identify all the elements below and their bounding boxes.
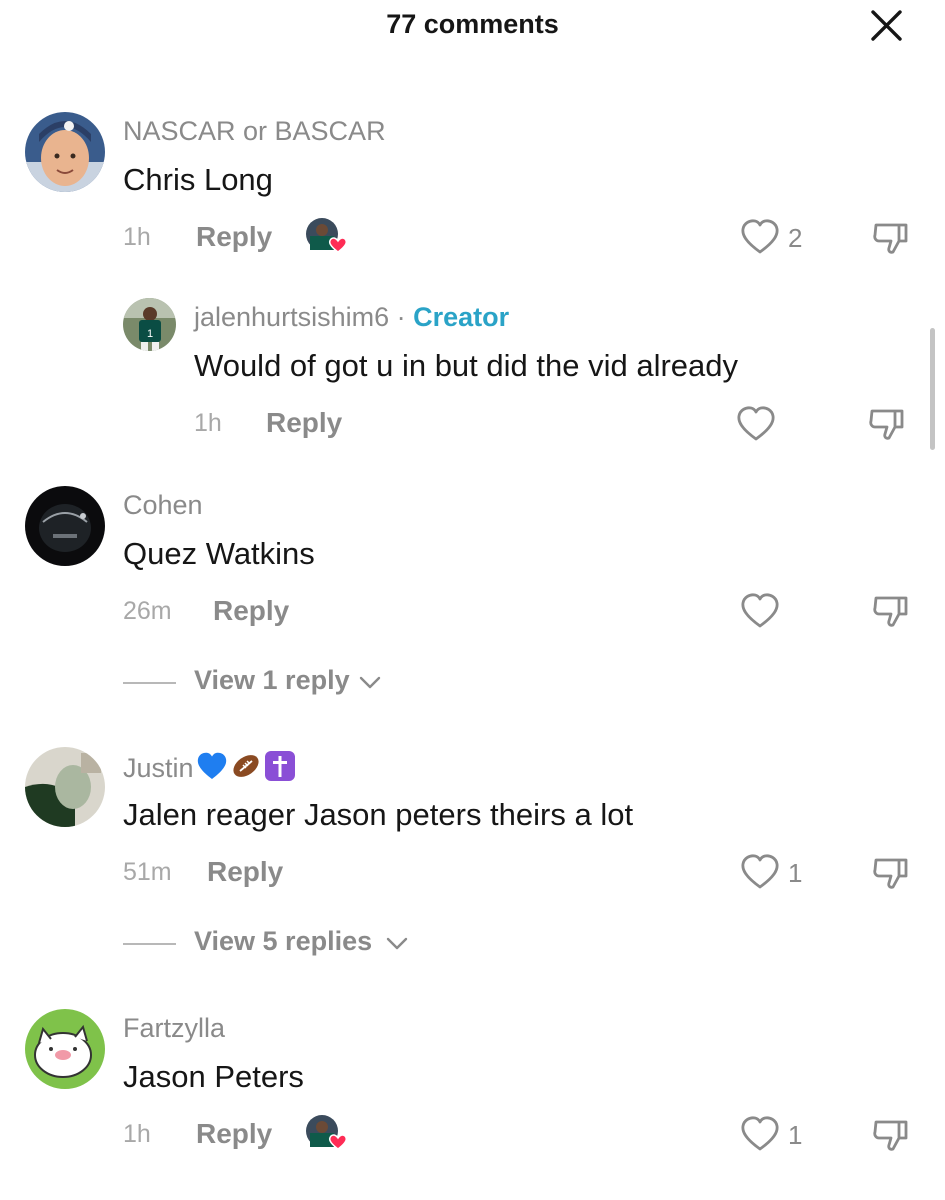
like-heart-icon[interactable]: [740, 592, 780, 630]
like-heart-icon[interactable]: [740, 218, 780, 256]
creator-liked-icon: [304, 216, 348, 256]
comment-timestamp: 1h: [123, 223, 151, 251]
comment-text: Chris Long: [123, 162, 273, 197]
latin-cross-icon: [264, 750, 296, 782]
comment-timestamp: 1h: [123, 1120, 151, 1148]
avatar[interactable]: [25, 1009, 105, 1089]
like-count: 1: [788, 1120, 803, 1150]
comment-text: Jason Peters: [123, 1059, 304, 1094]
view-replies-label: View 5 replies: [194, 926, 373, 956]
reply-username: jalenhurtsishim6: [194, 302, 390, 332]
comment-text: Jalen reager Jason peters theirs a lot: [123, 797, 634, 832]
view-replies-button[interactable]: View 5 replies: [123, 926, 413, 960]
reply-button[interactable]: Reply: [266, 407, 342, 439]
comment-count-title: 77 comments: [386, 9, 559, 39]
avatar[interactable]: 1: [123, 298, 176, 351]
like-count: 1: [788, 858, 803, 888]
reply-button[interactable]: Reply: [196, 1118, 272, 1150]
chevron-down-icon: [385, 934, 409, 952]
reply-button[interactable]: Reply: [196, 221, 272, 253]
separator: ·: [396, 302, 406, 332]
reply-button[interactable]: Reply: [213, 595, 289, 627]
divider: [123, 682, 176, 684]
dislike-icon[interactable]: [872, 1116, 912, 1154]
comment-timestamp: 26m: [123, 597, 172, 625]
dislike-icon[interactable]: [868, 405, 908, 443]
view-replies-button[interactable]: View 1 reply: [123, 665, 393, 699]
like-heart-icon[interactable]: [740, 1115, 780, 1153]
creator-liked-icon: [304, 1113, 348, 1153]
comment-username[interactable]: Fartzylla: [123, 1013, 225, 1044]
comment-item: NASCAR or BASCAR Chris Long 1h Reply 2 1…: [0, 0, 945, 1200]
dislike-icon[interactable]: [872, 219, 912, 257]
comments-header: 77 comments: [0, 0, 945, 60]
scrollbar[interactable]: [930, 328, 935, 450]
like-heart-icon[interactable]: [740, 853, 780, 891]
chevron-down-icon: [358, 673, 382, 691]
avatar[interactable]: [25, 747, 105, 827]
like-count: 2: [788, 223, 803, 253]
comment-username[interactable]: NASCAR or BASCAR: [123, 116, 386, 147]
dislike-icon[interactable]: [872, 854, 912, 892]
divider: [123, 943, 176, 945]
comment-username[interactable]: Cohen: [123, 490, 203, 521]
comment-username[interactable]: jalenhurtsishim6 · Creator: [194, 302, 509, 333]
dislike-icon[interactable]: [872, 592, 912, 630]
comment-text: Quez Watkins: [123, 536, 315, 571]
comment-text: Would of got u in but did the vid alread…: [194, 348, 738, 383]
reply-button[interactable]: Reply: [207, 856, 283, 888]
view-replies-label: View 1 reply: [194, 665, 350, 695]
like-heart-icon[interactable]: [736, 405, 776, 443]
comment-timestamp: 1h: [194, 409, 222, 437]
username-text: Justin: [123, 753, 194, 783]
blue-heart-icon: [196, 750, 228, 782]
svg-text:1: 1: [147, 328, 153, 340]
comment-timestamp: 51m: [123, 858, 172, 886]
avatar[interactable]: [25, 486, 105, 566]
comment-username[interactable]: Justin: [123, 750, 296, 784]
avatar[interactable]: [25, 112, 105, 192]
creator-badge: Creator: [413, 302, 510, 332]
close-icon[interactable]: [866, 8, 906, 44]
football-icon: [230, 750, 262, 782]
